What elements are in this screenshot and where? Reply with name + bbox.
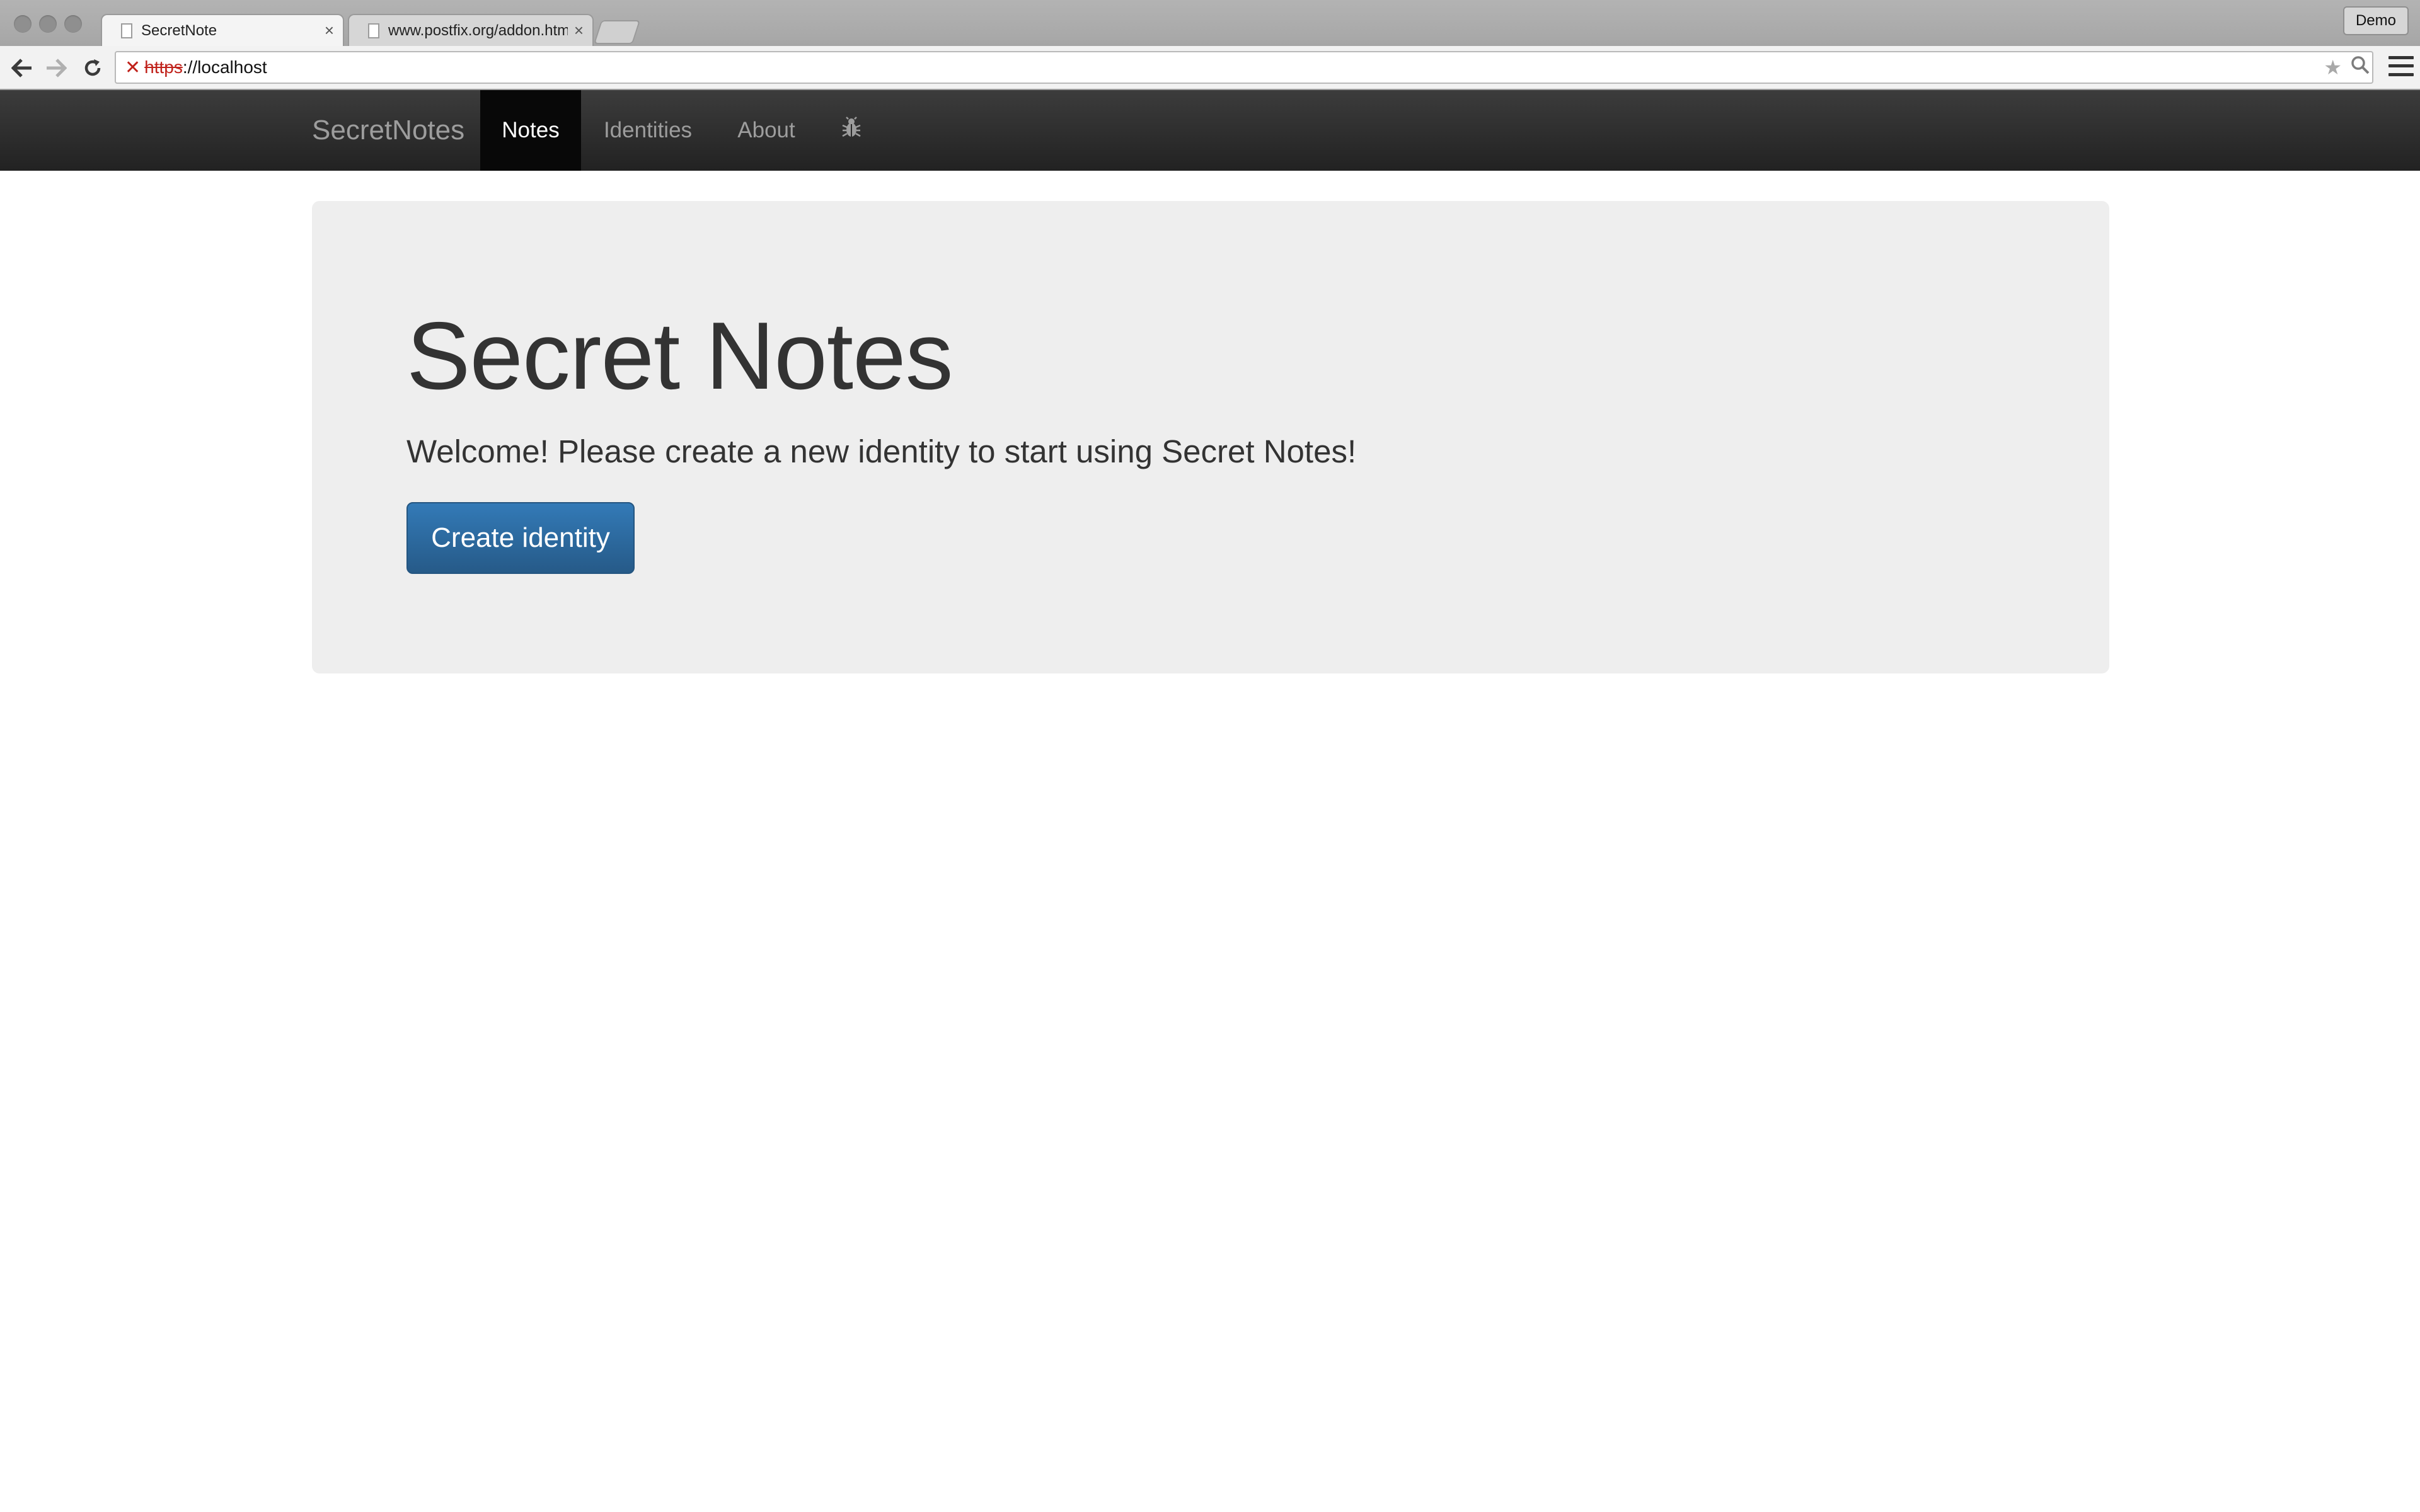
tab-close-icon[interactable]: ×	[325, 21, 334, 40]
bug-icon	[841, 116, 862, 145]
page-icon	[121, 23, 132, 38]
nav-item-notes[interactable]: Notes	[480, 90, 581, 171]
back-icon[interactable]	[5, 51, 39, 85]
window-close-icon[interactable]	[14, 15, 32, 33]
nav-item-about[interactable]: About	[715, 90, 818, 171]
new-tab-button[interactable]	[593, 20, 641, 44]
forward-icon[interactable]	[39, 51, 73, 85]
reload-icon[interactable]	[76, 51, 110, 85]
page-title: Secret Notes	[406, 302, 954, 410]
nav-item-debug[interactable]	[818, 90, 885, 171]
profile-button[interactable]: Demo	[2342, 6, 2409, 35]
url-host: ://localhost	[182, 57, 267, 77]
url-scheme: https	[144, 57, 183, 77]
search-icon[interactable]	[2351, 55, 2370, 79]
welcome-text: Welcome! Please create a new identity to…	[406, 433, 1357, 469]
tab-close-icon[interactable]: ×	[574, 21, 584, 40]
jumbotron: Secret Notes Welcome! Please create a ne…	[312, 201, 2109, 673]
bookmark-star-icon[interactable]: ★	[2324, 55, 2342, 79]
navbar-brand[interactable]: SecretNotes	[312, 90, 464, 171]
browser-tab-strip: SecretNote × www.postfix.org/addon.html …	[0, 0, 2420, 46]
menu-icon[interactable]	[2388, 54, 2414, 79]
browser-toolbar: ✕ https ://localhost ★	[0, 46, 2420, 90]
create-identity-button[interactable]: Create identity	[406, 502, 635, 574]
security-error-icon: ✕	[125, 57, 141, 78]
browser-tab-postfix[interactable]: www.postfix.org/addon.html ×	[348, 14, 594, 46]
page-icon	[368, 23, 379, 38]
tab-title: www.postfix.org/addon.html	[388, 21, 568, 39]
nav-item-identities[interactable]: Identities	[581, 90, 715, 171]
tab-title: SecretNote	[141, 21, 217, 39]
browser-tab-secretnote[interactable]: SecretNote ×	[101, 14, 344, 46]
window-zoom-icon[interactable]	[64, 15, 82, 33]
app-navbar: SecretNotes Notes Identities About	[0, 90, 2420, 171]
window-minimize-icon[interactable]	[39, 15, 57, 33]
address-bar[interactable]: ✕ https ://localhost ★	[115, 51, 2373, 84]
